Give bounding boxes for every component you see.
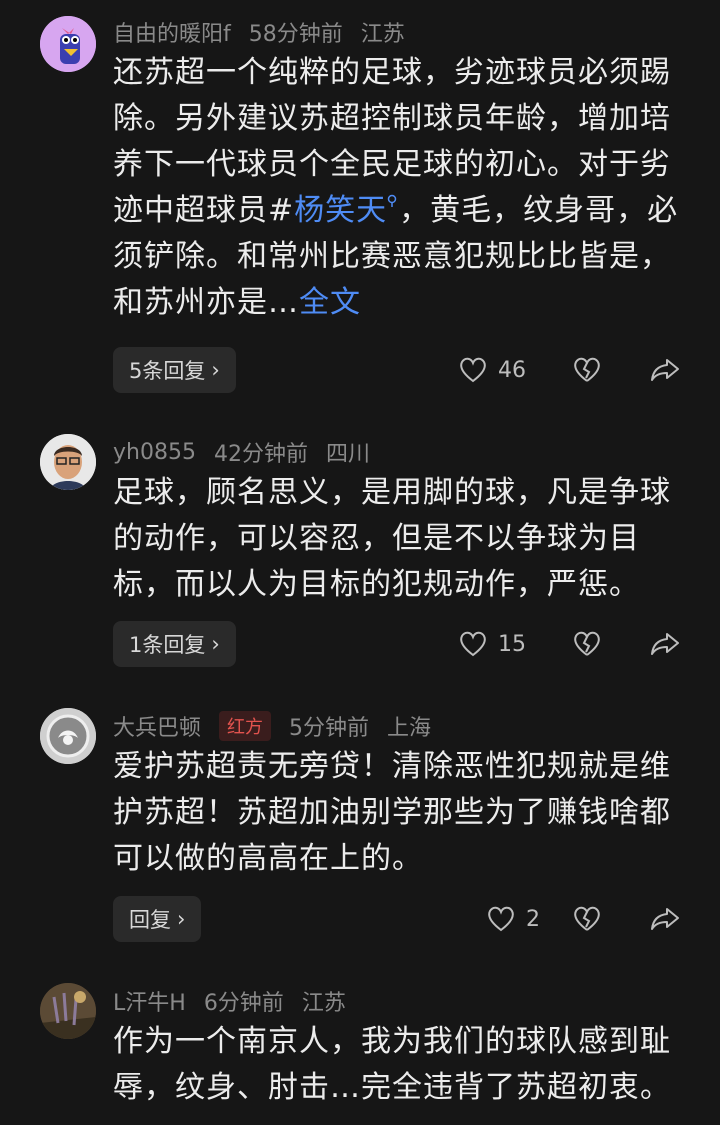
dislike-button[interactable] <box>572 905 646 933</box>
dislike-button[interactable] <box>572 630 646 658</box>
share-icon <box>651 908 679 930</box>
heart-icon <box>488 906 514 932</box>
replies-label: 1条回复 <box>129 633 206 657</box>
topic-link[interactable]: 杨笑天 <box>294 193 399 228</box>
broken-heart-icon <box>574 906 600 931</box>
comment-text: 还苏超一个纯粹的足球，劣迹球员必须踢除。另外建议苏超控制球员年龄，增加培养下一代… <box>113 50 688 326</box>
location: 江苏 <box>301 991 346 1016</box>
share-icon <box>651 359 679 381</box>
search-icon <box>387 194 397 207</box>
timestamp: 42分钟前 <box>213 442 308 467</box>
replies-button[interactable]: 5条回复 › <box>113 347 236 393</box>
timestamp: 58分钟前 <box>248 22 343 47</box>
share-button[interactable] <box>646 357 680 383</box>
timestamp: 6分钟前 <box>203 991 284 1016</box>
location: 江苏 <box>360 22 405 47</box>
comment-actions: 2 <box>458 896 680 942</box>
location: 上海 <box>387 716 432 741</box>
share-button[interactable] <box>646 631 680 657</box>
username[interactable]: yh0855 <box>113 440 196 465</box>
heart-icon <box>460 357 486 383</box>
chevron-right-icon: › <box>211 358 220 382</box>
broken-heart-icon <box>574 357 600 382</box>
avatar[interactable] <box>40 434 96 490</box>
full-text-link[interactable]: 全文 <box>299 285 361 320</box>
team-badge: 红方 <box>219 711 272 741</box>
dislike-button[interactable] <box>572 356 646 384</box>
avatar[interactable] <box>40 16 96 72</box>
replies-button[interactable]: 1条回复 › <box>113 621 236 667</box>
comment-meta: L汗牛H 6分钟前 江苏 <box>113 985 346 1017</box>
location: 四川 <box>325 442 370 467</box>
comment-meta: 大兵巴顿 红方 5分钟前 上海 <box>113 710 431 742</box>
like-button[interactable]: 2 <box>486 905 554 933</box>
chevron-right-icon: › <box>211 632 220 656</box>
reply-label: 回复 <box>129 908 171 932</box>
like-button[interactable]: 46 <box>458 356 554 384</box>
reply-button[interactable]: 回复 › <box>113 896 202 942</box>
like-count: 46 <box>498 357 526 383</box>
broken-heart-icon <box>574 631 600 656</box>
share-button[interactable] <box>646 906 680 932</box>
share-icon <box>651 633 679 655</box>
comment-actions: 15 <box>458 621 680 667</box>
like-count: 2 <box>526 906 540 932</box>
username[interactable]: 大兵巴顿 <box>113 710 201 742</box>
comment-actions: 46 <box>458 347 680 393</box>
avatar[interactable] <box>40 983 96 1039</box>
avatar[interactable] <box>40 708 96 764</box>
username[interactable]: L汗牛H <box>113 985 186 1017</box>
heart-icon <box>460 631 486 657</box>
comment-meta: 自由的暖阳f 58分钟前 江苏 <box>113 16 405 48</box>
like-count: 15 <box>498 631 526 657</box>
comment-meta: yh0855 42分钟前 四川 <box>113 436 370 468</box>
comment-text: 足球，顾名思义，是用脚的球，凡是争球的动作，可以容忍，但是不以争球为目标，而以人… <box>113 475 671 602</box>
comment-text: 爱护苏超责无旁贷！清除恶性犯规就是维护苏超！苏超加油别学那些为了赚钱啥都可以做的… <box>113 749 671 876</box>
comment-text: 作为一个南京人，我为我们的球队感到耻辱，纹身、肘击…完全违背了苏超初衷。 <box>113 1024 671 1105</box>
like-button[interactable]: 15 <box>458 630 554 658</box>
username[interactable]: 自由的暖阳f <box>113 16 231 48</box>
replies-label: 5条回复 <box>129 359 206 383</box>
chevron-right-icon: › <box>177 907 186 931</box>
timestamp: 5分钟前 <box>289 716 370 741</box>
